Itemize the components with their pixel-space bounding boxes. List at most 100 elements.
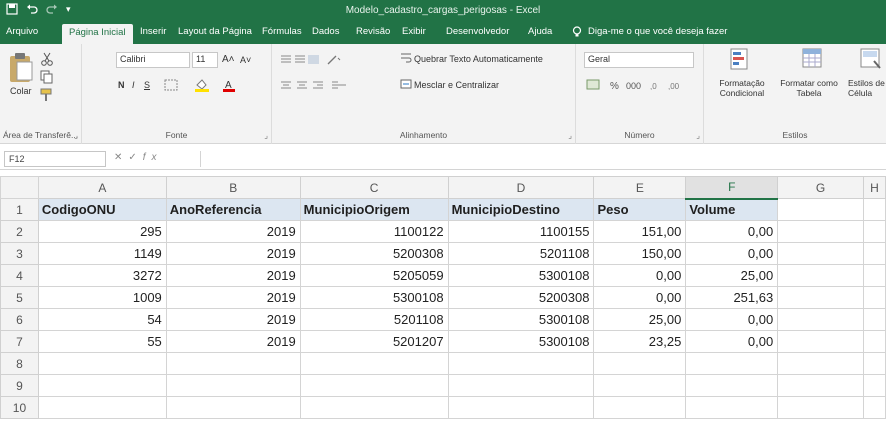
decrease-font-icon[interactable]: A˅ xyxy=(240,55,251,65)
wrap-text-icon[interactable] xyxy=(400,52,412,67)
empty-cell[interactable] xyxy=(862,374,886,397)
header-cell[interactable]: CodigoONU xyxy=(37,198,167,221)
tell-me-search[interactable]: Diga-me o que você deseja fazer xyxy=(588,26,727,37)
copy-icon[interactable] xyxy=(40,70,54,87)
empty-cell[interactable] xyxy=(299,352,449,375)
fill-color-icon[interactable] xyxy=(194,78,210,95)
wrap-text-button[interactable]: Quebrar Texto Automaticamente xyxy=(414,54,543,64)
column-header-b[interactable]: B xyxy=(165,176,301,199)
tab-pagina-inicial[interactable]: Página Inicial xyxy=(62,24,133,44)
cut-icon[interactable] xyxy=(40,52,54,69)
row-header[interactable]: 10 xyxy=(0,396,39,419)
data-cell[interactable]: 0,00 xyxy=(685,242,779,265)
tab-ajuda[interactable]: Ajuda xyxy=(528,26,552,37)
empty-cell[interactable] xyxy=(862,308,886,331)
column-header-a[interactable]: A xyxy=(37,176,167,199)
tab-dados[interactable]: Dados xyxy=(312,26,339,37)
merge-center-button[interactable]: Mesclar e Centralizar xyxy=(414,80,499,90)
tab-formulas[interactable]: Fórmulas xyxy=(262,26,302,37)
empty-cell[interactable] xyxy=(862,220,886,243)
data-cell[interactable]: 55 xyxy=(37,330,167,353)
row-header[interactable]: 3 xyxy=(0,242,39,265)
data-cell[interactable]: 5201108 xyxy=(447,242,595,265)
format-as-table-button[interactable]: Formatar como Tabela xyxy=(776,78,842,98)
empty-cell[interactable] xyxy=(777,198,864,221)
row-header[interactable]: 4 xyxy=(0,264,39,287)
row-header[interactable]: 8 xyxy=(0,352,39,375)
column-header-d[interactable]: D xyxy=(447,176,595,199)
data-cell[interactable]: 251,63 xyxy=(685,286,779,309)
insert-function-icon[interactable]: fx xyxy=(143,152,163,163)
row-header[interactable]: 1 xyxy=(0,198,39,221)
data-cell[interactable]: 3272 xyxy=(37,264,167,287)
conditional-formatting-icon[interactable] xyxy=(730,48,752,75)
cell-styles-button[interactable]: Estilos de Célula xyxy=(848,78,886,98)
empty-cell[interactable] xyxy=(37,396,167,419)
number-format-select[interactable]: Geral xyxy=(584,52,694,68)
empty-cell[interactable] xyxy=(777,242,864,265)
tab-revisao[interactable]: Revisão xyxy=(356,26,390,37)
empty-cell[interactable] xyxy=(862,242,886,265)
empty-cell[interactable] xyxy=(777,374,864,397)
empty-cell[interactable] xyxy=(777,308,864,331)
header-cell[interactable]: MunicipioOrigem xyxy=(299,198,449,221)
data-cell[interactable]: 0,00 xyxy=(685,308,779,331)
data-cell[interactable]: 5300108 xyxy=(299,286,449,309)
empty-cell[interactable] xyxy=(593,352,687,375)
underline-button[interactable]: S xyxy=(144,80,150,90)
align-center-icon[interactable] xyxy=(280,80,348,95)
format-as-table-icon[interactable] xyxy=(802,48,824,75)
column-header-e[interactable]: E xyxy=(593,176,687,199)
empty-cell[interactable] xyxy=(447,396,595,419)
data-cell[interactable]: 5300108 xyxy=(447,264,595,287)
empty-cell[interactable] xyxy=(299,396,449,419)
formula-input[interactable] xyxy=(200,151,884,167)
tab-layout[interactable]: Layout da Página xyxy=(178,26,252,37)
column-header-c[interactable]: C xyxy=(299,176,449,199)
header-cell[interactable]: Volume xyxy=(685,198,779,221)
data-cell[interactable]: 25,00 xyxy=(685,264,779,287)
number-launcher-icon[interactable]: ⌟ xyxy=(696,131,700,140)
empty-cell[interactable] xyxy=(165,396,301,419)
data-cell[interactable]: 5300108 xyxy=(447,330,595,353)
data-cell[interactable]: 2019 xyxy=(165,242,301,265)
data-cell[interactable]: 5200308 xyxy=(447,286,595,309)
conditional-formatting-button[interactable]: Formatação Condicional xyxy=(712,78,772,98)
empty-cell[interactable] xyxy=(685,374,779,397)
data-cell[interactable]: 2019 xyxy=(165,308,301,331)
align-top-icon[interactable] xyxy=(280,54,320,69)
data-cell[interactable]: 150,00 xyxy=(593,242,687,265)
empty-cell[interactable] xyxy=(165,374,301,397)
data-cell[interactable]: 54 xyxy=(37,308,167,331)
column-header-h[interactable]: H xyxy=(862,176,886,199)
data-cell[interactable]: 2019 xyxy=(165,330,301,353)
tab-inserir[interactable]: Inserir xyxy=(140,26,166,37)
italic-button[interactable]: I xyxy=(132,80,135,90)
row-header[interactable]: 2 xyxy=(0,220,39,243)
data-cell[interactable]: 5205059 xyxy=(299,264,449,287)
empty-cell[interactable] xyxy=(777,352,864,375)
header-cell[interactable]: AnoReferencia xyxy=(165,198,301,221)
tab-arquivo[interactable]: Arquivo xyxy=(6,26,38,37)
font-size-select[interactable]: 11 xyxy=(192,52,218,68)
clipboard-launcher-icon[interactable]: ⌟ xyxy=(74,131,78,140)
empty-cell[interactable] xyxy=(593,396,687,419)
data-cell[interactable]: 5201207 xyxy=(299,330,449,353)
empty-cell[interactable] xyxy=(685,352,779,375)
font-color-icon[interactable]: A xyxy=(222,78,236,95)
select-all-corner[interactable] xyxy=(0,176,39,199)
empty-cell[interactable] xyxy=(862,330,886,353)
empty-cell[interactable] xyxy=(777,396,864,419)
tab-exibir[interactable]: Exibir xyxy=(402,26,426,37)
data-cell[interactable]: 5201108 xyxy=(299,308,449,331)
header-cell[interactable]: Peso xyxy=(593,198,687,221)
data-cell[interactable]: 1100155 xyxy=(447,220,595,243)
data-cell[interactable]: 151,00 xyxy=(593,220,687,243)
merge-center-icon[interactable] xyxy=(400,78,412,93)
data-cell[interactable]: 0,00 xyxy=(593,286,687,309)
column-header-g[interactable]: G xyxy=(777,176,864,199)
increase-font-icon[interactable]: A˄ xyxy=(222,54,235,65)
cell-styles-icon[interactable] xyxy=(860,48,882,75)
data-cell[interactable]: 1100122 xyxy=(299,220,449,243)
header-cell[interactable]: MunicipioDestino xyxy=(447,198,595,221)
